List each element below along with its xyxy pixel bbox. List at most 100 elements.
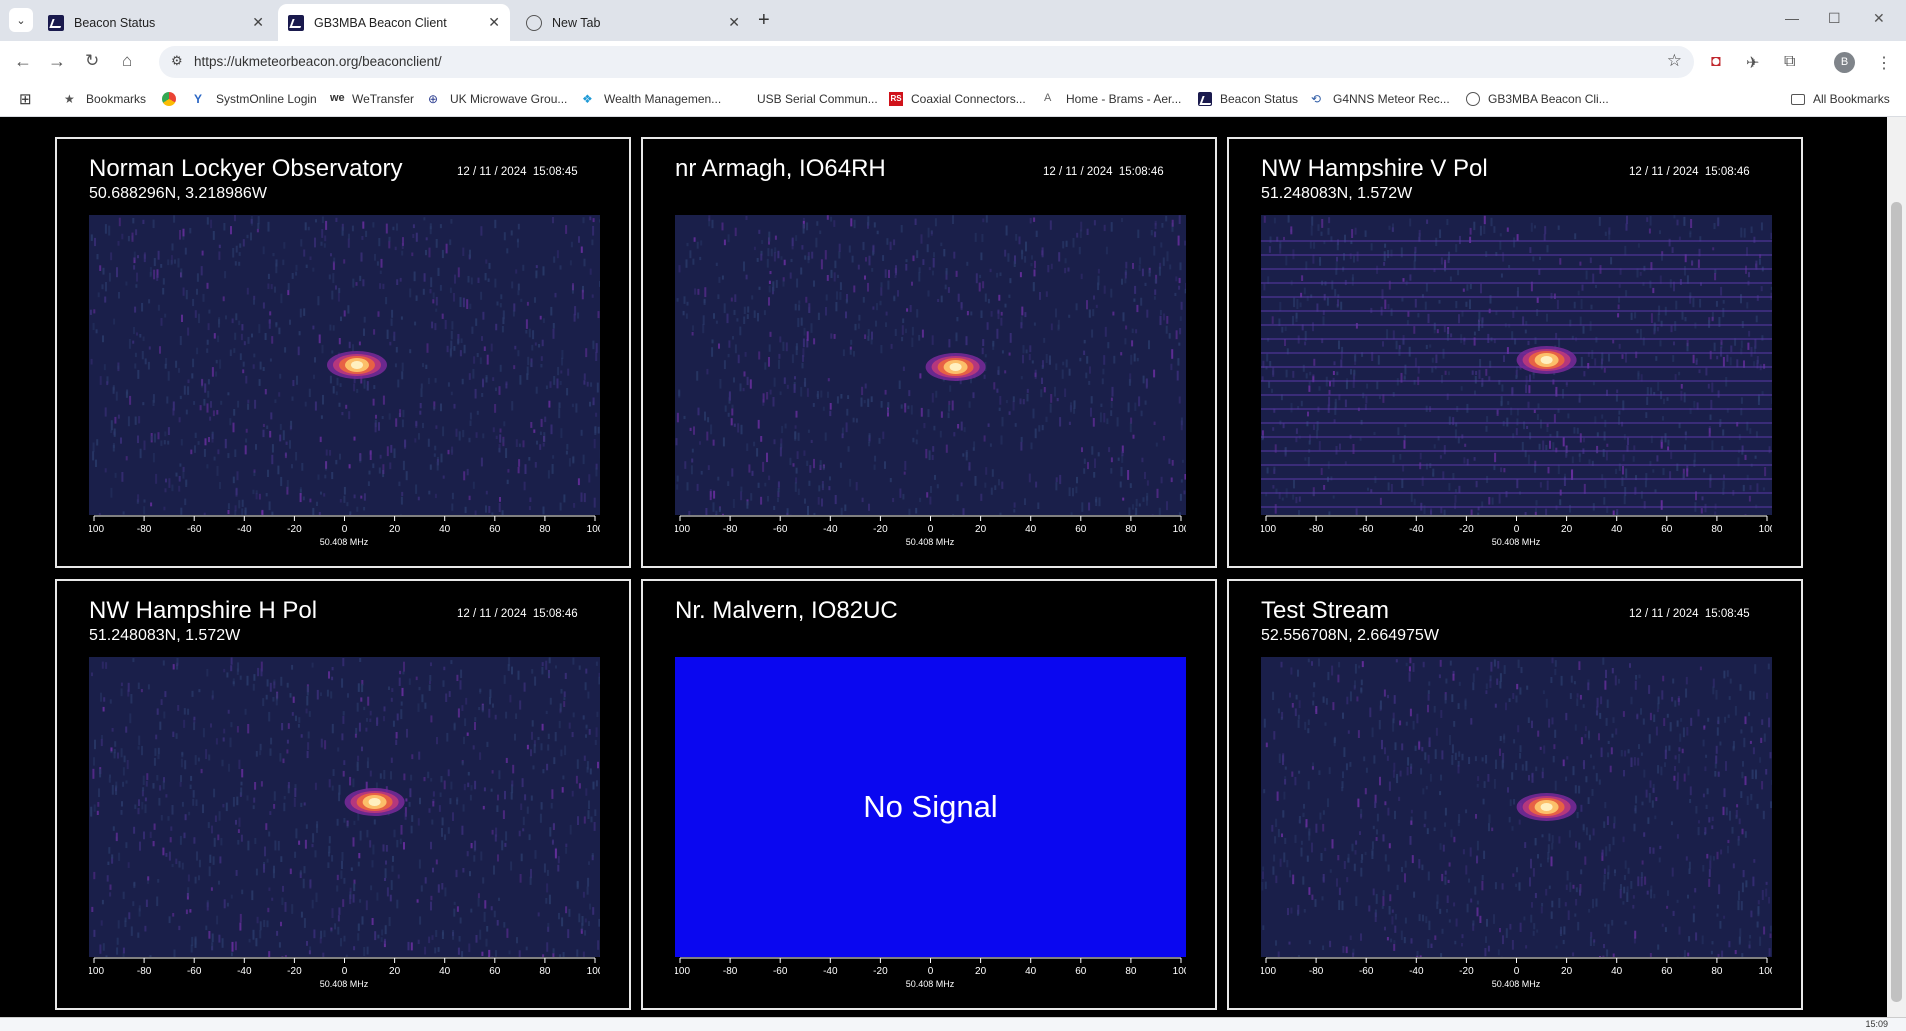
menu-kebab-icon[interactable]: ⋮ — [1876, 53, 1892, 73]
extension-bird-icon[interactable]: ✈ — [1746, 53, 1759, 73]
apps-grid-icon[interactable]: ⊞ — [19, 90, 32, 108]
beacon-panel: NW Hampshire V Pol 51.248083N, 1.572W 12 /… — [1227, 137, 1803, 568]
beacon-panel: Test Stream 52.556708N, 2.664975W 12 / 11 … — [1227, 579, 1803, 1010]
site-info-icon[interactable]: ⚙ — [171, 53, 183, 69]
axis-tick-label: -100 — [1261, 966, 1276, 977]
axis-tick-label: 20 — [389, 524, 401, 535]
url-text[interactable]: https://ukmeteorbeacon.org/beaconclient/ — [194, 54, 442, 69]
axis-tick-label: 80 — [539, 524, 551, 535]
star-icon: ★ — [64, 92, 75, 106]
axis-tick-label: 40 — [439, 524, 451, 535]
axis-tick-label: 0 — [342, 966, 348, 977]
spectrogram — [1261, 215, 1772, 515]
tab-search-button[interactable]: ⌄ — [9, 8, 33, 32]
spectrogram — [1261, 657, 1772, 957]
frequency-axis: -100 -80 -60 -40 -20 0 20 40 60 80 100 50.408 MHz — [84, 515, 604, 563]
close-icon[interactable]: ✕ — [488, 14, 500, 31]
scrollbar-thumb[interactable] — [1891, 202, 1902, 1002]
frequency-axis: -100 -80 -60 -40 -20 0 20 40 60 80 100 50.408 MHz — [1256, 515, 1776, 563]
bookmark-item[interactable]: we WeTransfer — [330, 92, 414, 106]
tab-new-tab[interactable]: New Tab ✕ — [516, 4, 750, 41]
maximize-icon[interactable]: ☐ — [1828, 10, 1841, 27]
axis-tick-label: -40 — [823, 966, 838, 977]
axis-tick-label: 80 — [539, 966, 551, 977]
axis-label: 50.408 MHz — [906, 979, 955, 989]
bookmark-label: UK Microwave Grou... — [450, 92, 568, 106]
bookmark-item[interactable]: GB3MBA Beacon Cli... — [1466, 92, 1609, 106]
globe-icon — [1466, 92, 1480, 106]
os-taskbar: 15:09 — [0, 1017, 1906, 1031]
bookmark-item[interactable]: A Home - Brams - Aer... — [1044, 92, 1181, 106]
axis-tick-label: -20 — [873, 524, 888, 535]
panel-title: Norman Lockyer Observatory — [89, 155, 403, 182]
forward-icon[interactable]: → — [48, 51, 66, 72]
axis-tick-label: 100 — [587, 524, 600, 535]
tab-beacon-status[interactable]: Beacon Status ✕ — [38, 4, 274, 41]
brams-icon: A — [1044, 92, 1052, 104]
page-scrollbar[interactable] — [1887, 117, 1906, 1017]
bookmark-star-icon[interactable]: ☆ — [1667, 51, 1682, 71]
tab-label: Beacon Status — [74, 15, 156, 30]
bookmark-item[interactable]: ⟲ G4NNS Meteor Rec... — [1311, 92, 1450, 106]
profile-avatar[interactable]: B — [1834, 52, 1855, 73]
bookmark-label: Beacon Status — [1220, 92, 1299, 106]
bookmark-item[interactable]: Beacon Status — [1198, 92, 1298, 106]
axis-tick-label: 80 — [1711, 524, 1723, 535]
axis-tick-label: -20 — [1459, 966, 1474, 977]
axis-tick-label: -100 — [89, 524, 104, 535]
new-tab-button[interactable]: + — [758, 9, 770, 32]
all-bookmarks-button[interactable]: All Bookmarks — [1791, 92, 1890, 106]
panel-timestamp: 12 / 11 / 2024 15:08:45 — [457, 166, 578, 178]
address-bar[interactable]: ⚙ https://ukmeteorbeacon.org/beaconclien… — [159, 46, 1694, 78]
bookmark-item[interactable]: ❖ Wealth Managemen... — [582, 92, 721, 106]
spectrogram — [89, 657, 600, 957]
beacon-panel: Nr. Malvern, IO82UC No Signal -100 -80 -60 -4… — [641, 579, 1217, 1010]
axis-tick-label: 20 — [975, 524, 987, 535]
axis-tick-label: 100 — [1759, 524, 1772, 535]
panel-coordinates: 50.688296N, 3.218986W — [89, 185, 267, 202]
bookmark-label: USB Serial Commun... — [757, 92, 878, 106]
panel-title: Nr. Malvern, IO82UC — [675, 597, 898, 624]
axis-tick-label: 20 — [975, 966, 987, 977]
axis-tick-label: 40 — [1611, 966, 1623, 977]
axis-tick-label: -60 — [773, 966, 788, 977]
bookmark-item[interactable]: RS Coaxial Connectors... — [889, 92, 1026, 106]
axis-tick-label: 20 — [1561, 966, 1573, 977]
axis-label: 50.408 MHz — [1492, 537, 1541, 547]
bookmark-item[interactable] — [162, 92, 184, 106]
axis-tick-label: -100 — [675, 524, 690, 535]
close-icon[interactable]: ✕ — [728, 14, 740, 31]
bookmark-item[interactable]: ⊕ UK Microwave Grou... — [428, 92, 567, 106]
panel-title: NW Hampshire V Pol — [1261, 155, 1488, 182]
axis-tick-label: -60 — [1359, 524, 1374, 535]
beacon-favicon-icon — [288, 14, 304, 31]
bookmark-item[interactable]: ★ Bookmarks — [64, 92, 146, 106]
window-close-icon[interactable]: ✕ — [1873, 10, 1885, 27]
bookmark-item[interactable]: USB Serial Commun... — [757, 92, 878, 106]
bookmark-item[interactable]: Y SystmOnline Login — [194, 92, 317, 106]
axis-tick-label: 100 — [1173, 966, 1186, 977]
tab-beacon-client[interactable]: GB3MBA Beacon Client ✕ — [278, 4, 510, 41]
back-icon[interactable]: ← — [14, 51, 32, 72]
minimize-icon[interactable]: — — [1785, 10, 1799, 26]
extensions-puzzle-icon[interactable]: ⧉ — [1784, 53, 1795, 71]
panel-coordinates: 51.248083N, 1.572W — [1261, 185, 1413, 202]
panel-timestamp: 12 / 11 / 2024 15:08:46 — [1629, 166, 1750, 178]
home-icon[interactable]: ⌂ — [122, 51, 132, 71]
tab-label: New Tab — [552, 15, 601, 30]
close-icon[interactable]: ✕ — [252, 14, 264, 31]
axis-tick-label: 100 — [587, 966, 600, 977]
axis-tick-label: -80 — [1309, 524, 1324, 535]
axis-tick-label: -20 — [873, 966, 888, 977]
axis-tick-label: 60 — [489, 966, 501, 977]
axis-tick-label: 0 — [928, 966, 934, 977]
extension-icon[interactable]: ◘ — [1711, 53, 1721, 71]
reload-icon[interactable]: ↻ — [85, 51, 99, 71]
bookmark-label: SystmOnline Login — [216, 92, 317, 106]
panel-title: nr Armagh, IO64RH — [675, 155, 886, 182]
axis-label: 50.408 MHz — [320, 537, 369, 547]
axis-tick-label: -100 — [1261, 524, 1276, 535]
axis-tick-label: 60 — [1661, 966, 1673, 977]
axis-tick-label: 20 — [389, 966, 401, 977]
axis-tick-label: 60 — [1075, 966, 1087, 977]
